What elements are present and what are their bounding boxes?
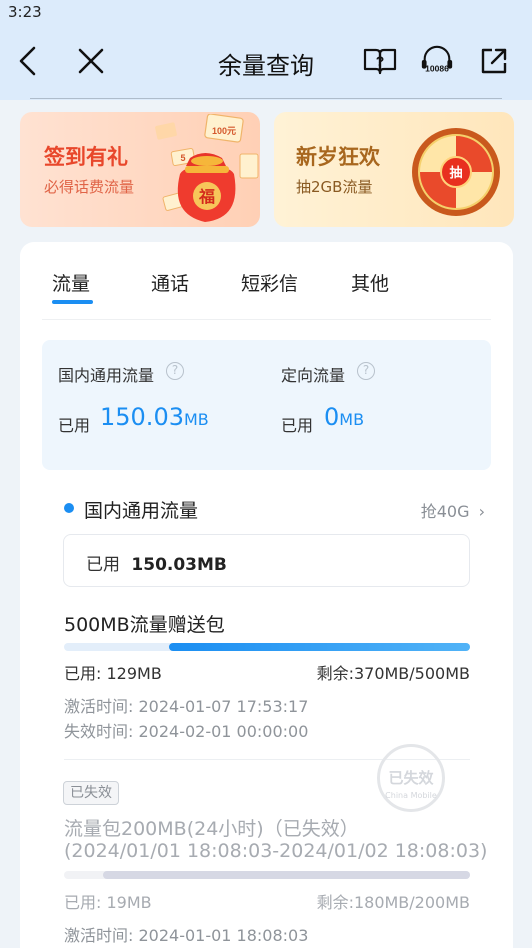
customer-service-button[interactable]: 10086 xyxy=(419,43,455,79)
chevron-right-icon: › xyxy=(478,502,485,521)
tab-bar: 流量 通话 短彩信 其他 xyxy=(20,242,513,320)
headset-icon: 10086 xyxy=(421,45,453,73)
expired-stamp: 已失效 China Mobile xyxy=(377,744,445,812)
svg-text:100元: 100元 xyxy=(212,126,236,136)
banner-title: 签到有礼 xyxy=(44,145,128,169)
expired-badge: 已失效 xyxy=(63,781,119,805)
domestic-used-value: 150.03MB xyxy=(100,403,209,431)
usage-card: 流量 通话 短彩信 其他 国内通用流量 ? 已用 150.03MB 定向流量 ?… xyxy=(20,242,513,948)
svg-text:抽: 抽 xyxy=(449,165,462,181)
package-remaining: 剩余:370MB/500MB xyxy=(316,664,470,683)
tab-calls[interactable]: 通话 xyxy=(151,269,189,296)
banner-title: 新岁狂欢 xyxy=(296,145,380,169)
package-progress-fill xyxy=(169,643,470,651)
package-progress-bar xyxy=(64,643,470,651)
nav-bar: 余量查询 ? 10086 xyxy=(0,30,532,94)
used-box-value: 150.03MB xyxy=(131,555,227,575)
banner-subtitle: 必得话费流量 xyxy=(44,178,135,196)
checkin-banner[interactable]: 签到有礼 必得话费流量 100元 5 福 xyxy=(20,112,260,227)
grab-40g-link[interactable]: 抢40G › xyxy=(421,498,485,522)
directed-help-icon[interactable]: ? xyxy=(357,362,375,380)
package-activated-time: 激活时间: 2024-01-07 17:53:17 xyxy=(64,697,309,716)
tab-sms[interactable]: 短彩信 xyxy=(241,269,298,296)
usage-summary: 国内通用流量 ? 已用 150.03MB 定向流量 ? 已用 0MB xyxy=(42,340,491,470)
header-divider xyxy=(30,98,502,99)
package-title: 500MB流量赠送包 xyxy=(64,614,225,636)
active-tab-indicator xyxy=(52,300,93,304)
used-box-label: 已用 xyxy=(86,555,120,575)
svg-text:5: 5 xyxy=(180,153,185,163)
directed-label: 定向流量 xyxy=(281,366,346,385)
lottery-banner[interactable]: 新岁狂欢 抽2GB流量 抽 xyxy=(274,112,514,227)
share-icon xyxy=(481,48,507,74)
expired-package-remaining: 剩余:180MB/200MB xyxy=(316,893,470,912)
tab-data[interactable]: 流量 xyxy=(52,269,90,296)
domestic-used-label: 已用 xyxy=(58,416,91,435)
expired-package-activated-time: 激活时间: 2024-01-01 18:08:03 xyxy=(64,926,309,945)
tabs-divider xyxy=(42,319,491,320)
banner-subtitle: 抽2GB流量 xyxy=(296,178,373,196)
svg-text:福: 福 xyxy=(198,187,215,206)
expired-package-progress-bar xyxy=(64,871,470,879)
help-guide-button[interactable]: ? xyxy=(362,43,398,79)
help-book-icon: ? xyxy=(363,48,397,75)
expired-package-period: (2024/01/01 18:08:03-2024/01/02 18:08:03… xyxy=(64,840,488,862)
domestic-help-icon[interactable]: ? xyxy=(166,362,184,380)
expired-package-used: 已用: 19MB xyxy=(64,893,152,912)
section-dot xyxy=(64,503,74,513)
tab-other[interactable]: 其他 xyxy=(351,269,389,296)
expired-package-progress-fill xyxy=(103,871,470,879)
svg-text:?: ? xyxy=(376,53,385,69)
directed-used-label: 已用 xyxy=(281,416,314,435)
expired-package-title: 流量包200MB(24小时)（已失效） xyxy=(64,818,359,840)
domestic-label: 国内通用流量 xyxy=(58,366,155,385)
lottery-wheel-icon: 抽 xyxy=(412,128,500,216)
svg-text:10086: 10086 xyxy=(425,63,449,73)
package-used: 已用: 129MB xyxy=(64,664,162,683)
lucky-bag-icon: 100元 5 福 xyxy=(155,114,259,222)
status-time: 3:23 xyxy=(8,3,42,21)
domestic-used-box: 已用 150.03MB xyxy=(63,534,470,587)
share-button[interactable] xyxy=(476,43,512,79)
section-title: 国内通用流量 xyxy=(84,500,199,522)
package-expire-time: 失效时间: 2024-02-01 00:00:00 xyxy=(64,722,309,741)
directed-used-value: 0MB xyxy=(324,403,365,431)
